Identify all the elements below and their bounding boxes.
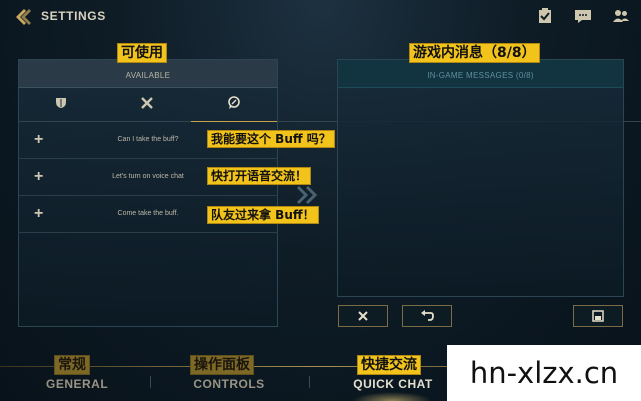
crossed-swords-icon: [141, 97, 153, 109]
quick-chat-text: Let's turn on voice chat: [112, 173, 184, 180]
watermark: hn-xlzx.cn: [447, 345, 641, 401]
nav-general[interactable]: GENERAL: [46, 377, 108, 391]
nav-quick-chat[interactable]: QUICK CHAT: [350, 377, 436, 391]
quick-chat-text: Can I take the buff?: [117, 136, 179, 143]
nav-separator: [150, 376, 151, 388]
shield-icon: [56, 98, 66, 108]
nav-separator: [309, 376, 310, 388]
in-game-messages-panel: IN-GAME MESSAGES (0/8): [337, 59, 624, 297]
chat-icon: [575, 10, 591, 23]
chat-bubble-icon: [228, 96, 240, 109]
back-arrow-icon: [16, 9, 31, 25]
clipboard-check-icon: [539, 8, 551, 23]
back-button[interactable]: [14, 8, 34, 26]
tab-combat[interactable]: [104, 86, 190, 120]
in-game-messages-header: IN-GAME MESSAGES (0/8): [338, 60, 623, 88]
clear-button[interactable]: [338, 305, 388, 327]
plus-icon: +: [34, 205, 44, 222]
tab-chat[interactable]: [191, 86, 277, 120]
available-label-zh: 可使用: [117, 43, 167, 63]
missions-button[interactable]: [537, 8, 555, 24]
quick-chat-label-zh: 快捷交流: [357, 355, 421, 375]
close-icon: [358, 311, 368, 321]
tab-shield[interactable]: [18, 86, 104, 120]
save-icon: [592, 310, 604, 322]
controls-label-zh: 操作面板: [190, 355, 254, 375]
available-title: AVAILABLE: [125, 71, 171, 80]
chat-button[interactable]: [574, 8, 592, 24]
active-nav-glow: [352, 392, 432, 401]
save-button[interactable]: [573, 305, 623, 327]
quick-chat-text: Come take the buff.: [117, 210, 179, 217]
row-translation-zh: 快打开语音交流！: [207, 167, 312, 185]
in-game-messages-title: IN-GAME MESSAGES (0/8): [427, 71, 534, 80]
general-label-zh: 常规: [54, 355, 90, 375]
available-panel-header: AVAILABLE: [19, 60, 277, 88]
row-translation-zh: 队友过来拿 Buff！: [207, 206, 319, 224]
undo-button[interactable]: [402, 305, 452, 327]
nav-controls[interactable]: CONTROLS: [190, 377, 268, 391]
row-translation-zh: 我能要这个 Buff 吗？: [207, 130, 335, 148]
friends-button[interactable]: [612, 8, 630, 24]
in-game-messages-label-zh: 游戏内消息（8/8）: [409, 43, 540, 63]
page-title: SETTINGS: [41, 9, 106, 23]
undo-icon: [421, 310, 434, 321]
friends-icon: [613, 10, 629, 22]
plus-icon: +: [34, 168, 44, 185]
plus-icon: +: [34, 131, 44, 148]
